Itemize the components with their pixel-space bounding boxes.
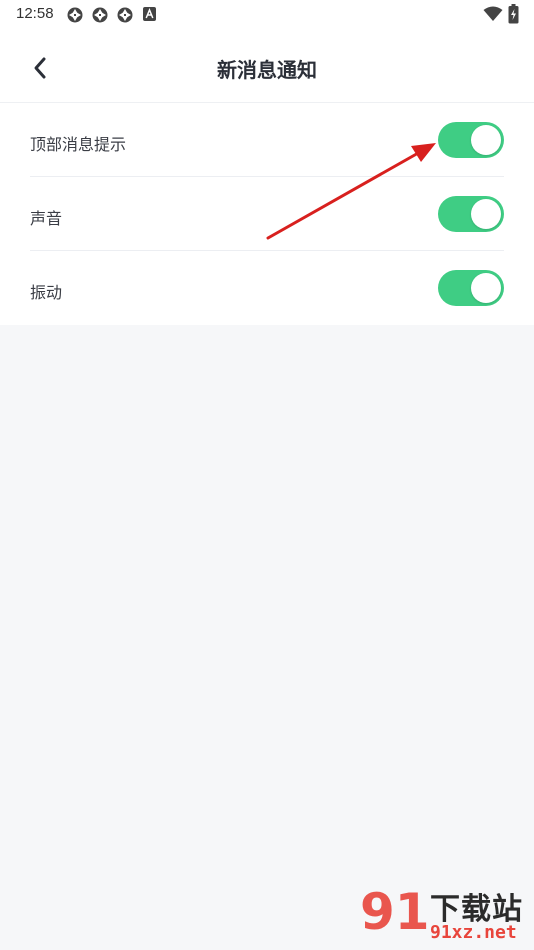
aperture-icon [92,7,108,23]
page-title: 新消息通知 [217,58,317,82]
watermark: 91 下载站 91xz.net [360,884,530,948]
aperture-icon [67,7,83,23]
status-time: 12:58 [16,5,54,22]
settings-list: 顶部消息提示 声音 振动 [0,103,534,325]
setting-label: 顶部消息提示 [30,135,127,154]
aperture-icon [117,7,133,23]
toggle-knob [471,125,501,155]
toggle-knob [471,199,501,229]
status-bar: 12:58 [0,0,534,30]
wifi-icon [483,6,503,21]
watermark-logo: 91 [360,883,430,941]
a-notification-icon [143,7,156,21]
setting-row-vibration: 振动 [30,251,504,325]
header: 新消息通知 [0,30,534,103]
setting-row-sound: 声音 [30,177,504,251]
setting-label: 振动 [30,283,63,302]
vibration-toggle[interactable] [438,270,504,306]
top-message-toggle[interactable] [438,122,504,158]
watermark-url: 91xz.net [430,922,517,943]
toggle-knob [471,273,501,303]
battery-charging-icon [508,4,519,24]
sound-toggle[interactable] [438,196,504,232]
setting-label: 声音 [30,209,63,228]
setting-row-top-message: 顶部消息提示 [30,103,504,177]
